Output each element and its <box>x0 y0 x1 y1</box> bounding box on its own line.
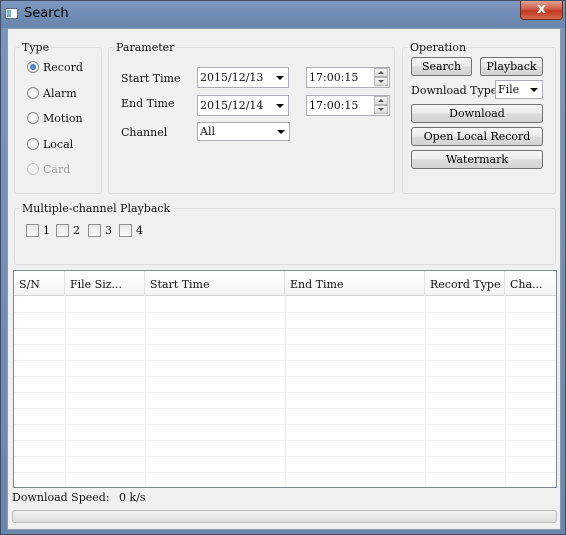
chevron-down-icon[interactable] <box>277 130 285 134</box>
column-header-channel[interactable]: Cha... <box>505 271 556 296</box>
start-date-picker[interactable]: 2015/12/13 <box>197 67 289 88</box>
chevron-down-icon[interactable] <box>530 88 538 92</box>
row-divider <box>14 376 556 377</box>
channel-select[interactable]: All <box>197 122 290 141</box>
spin-down-icon[interactable] <box>374 105 388 114</box>
parameter-group: Parameter Start Time 2015/12/13 17:00:15… <box>108 41 395 194</box>
chevron-down-icon[interactable] <box>276 104 284 108</box>
end-time-spinner[interactable]: 17:00:15 <box>306 95 390 116</box>
start-time-spinner[interactable]: 17:00:15 <box>306 67 390 88</box>
open-local-record-button[interactable]: Open Local Record <box>411 127 543 146</box>
local-radio[interactable] <box>27 138 39 150</box>
motion-radio[interactable] <box>27 112 39 124</box>
table-header: S/N File Siz... Start Time End Time Reco… <box>14 271 556 296</box>
start-date-value: 2015/12/13 <box>200 71 264 84</box>
operation-group: Operation Search Playback Download Type … <box>402 41 556 194</box>
operation-group-label: Operation <box>408 41 469 54</box>
type-option-card: Card <box>27 162 70 176</box>
row-divider <box>14 456 556 457</box>
search-button[interactable]: Search <box>411 57 472 76</box>
app-window-icon <box>5 8 18 19</box>
alarm-label: Alarm <box>43 86 77 100</box>
row-divider <box>14 312 556 313</box>
type-option-local[interactable]: Local <box>27 137 73 151</box>
motion-label: Motion <box>43 111 83 125</box>
row-divider <box>14 440 556 441</box>
download-type-select[interactable]: File <box>495 80 543 99</box>
start-time-value: 17:00:15 <box>309 71 359 84</box>
end-date-value: 2015/12/14 <box>200 99 264 112</box>
spin-up-icon[interactable] <box>374 68 388 77</box>
type-option-alarm[interactable]: Alarm <box>27 86 77 100</box>
type-option-motion[interactable]: Motion <box>27 111 83 125</box>
type-option-record[interactable]: Record <box>27 60 83 74</box>
column-header-record-type[interactable]: Record Type <box>425 271 505 296</box>
spin-down-icon[interactable] <box>374 77 388 86</box>
download-type-label: Download Type <box>411 84 498 97</box>
end-time-value: 17:00:15 <box>309 99 359 112</box>
channel-1-option[interactable]: 1 <box>26 223 50 237</box>
close-button[interactable]: x <box>520 1 563 20</box>
watermark-button[interactable]: Watermark <box>411 150 543 169</box>
channel-3-option[interactable]: 3 <box>88 223 112 237</box>
download-speed-label: Download Speed: <box>12 491 110 504</box>
window-title: Search <box>24 6 69 21</box>
card-radio <box>27 163 39 175</box>
download-progress-bar <box>12 510 557 523</box>
record-radio[interactable] <box>27 61 39 73</box>
row-divider <box>14 392 556 393</box>
card-label: Card <box>43 162 71 176</box>
row-divider <box>14 328 556 329</box>
playback-button[interactable]: Playback <box>480 57 543 76</box>
parameter-group-label: Parameter <box>114 41 177 54</box>
search-window: Search x Type Record Alarm Motion Local <box>0 0 566 535</box>
channel-2-label: 2 <box>73 223 80 237</box>
column-header-start-time[interactable]: Start Time <box>145 271 285 296</box>
channel-2-option[interactable]: 2 <box>56 223 80 237</box>
start-time-label: Start Time <box>121 72 181 85</box>
channel-label: Channel <box>121 126 168 139</box>
row-divider <box>14 424 556 425</box>
end-date-picker[interactable]: 2015/12/14 <box>197 95 289 116</box>
record-label: Record <box>43 60 83 74</box>
row-divider <box>14 344 556 345</box>
download-type-value: File <box>498 83 520 96</box>
channel-2-checkbox[interactable] <box>56 223 69 237</box>
multi-channel-playback-label: Multiple-channel Playback <box>20 202 173 215</box>
channel-4-checkbox[interactable] <box>119 223 132 237</box>
dialog-client-area: Type Record Alarm Motion Local Card Para… <box>7 28 561 530</box>
close-icon: x <box>536 1 547 17</box>
channel-3-label: 3 <box>105 223 112 237</box>
channel-1-label: 1 <box>43 223 50 237</box>
chevron-down-icon[interactable] <box>276 76 284 80</box>
download-button[interactable]: Download <box>411 104 543 123</box>
channel-3-checkbox[interactable] <box>88 223 101 237</box>
local-label: Local <box>43 137 74 151</box>
channel-1-checkbox[interactable] <box>26 223 39 237</box>
download-speed-status: Download Speed: 0 k/s <box>12 491 146 504</box>
spin-up-icon[interactable] <box>374 96 388 105</box>
title-bar[interactable]: Search x <box>1 1 565 28</box>
row-divider <box>14 360 556 361</box>
column-header-end-time[interactable]: End Time <box>285 271 425 296</box>
column-header-sn[interactable]: S/N <box>14 271 65 296</box>
download-speed-value: 0 k/s <box>119 491 146 504</box>
channel-4-option[interactable]: 4 <box>119 223 143 237</box>
type-group: Type Record Alarm Motion Local Card <box>14 41 102 194</box>
type-group-label: Type <box>20 41 52 54</box>
channel-value: All <box>200 125 215 138</box>
record-list-table[interactable]: S/N File Siz... Start Time End Time Reco… <box>13 270 557 488</box>
channel-4-label: 4 <box>136 223 143 237</box>
column-header-file-size[interactable]: File Siz... <box>65 271 145 296</box>
row-divider <box>14 408 556 409</box>
alarm-radio[interactable] <box>27 87 39 99</box>
row-divider <box>14 472 556 473</box>
end-time-label: End Time <box>121 97 175 110</box>
